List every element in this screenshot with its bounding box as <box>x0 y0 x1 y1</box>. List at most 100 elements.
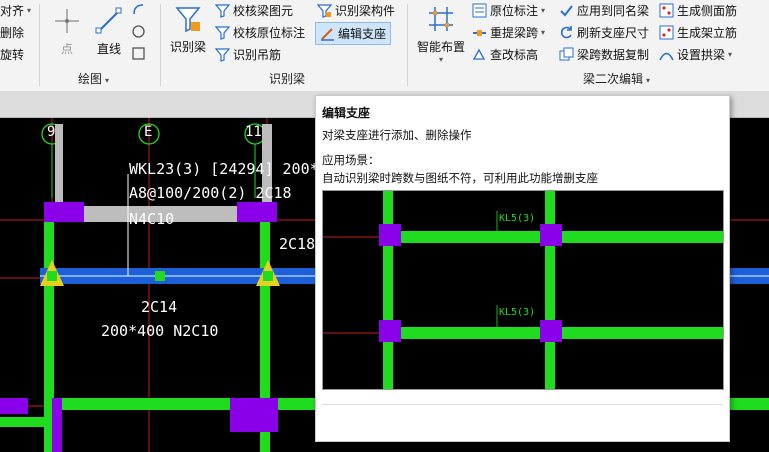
beam-label-line3: N4C10 <box>129 210 175 228</box>
orig-label-button[interactable]: 原位标注 ▾ <box>472 2 545 19</box>
line-button[interactable]: 直线 <box>92 6 126 57</box>
chevron-down-icon: ▾ <box>728 50 733 59</box>
edit-pen-icon <box>320 26 335 41</box>
funnel-icon <box>214 47 231 62</box>
reextract-span-label: 重提梁跨 <box>490 26 539 40</box>
support-grip[interactable] <box>263 271 273 281</box>
line-icon <box>94 6 124 36</box>
copy-span-data-label: 梁跨数据复制 <box>577 48 650 62</box>
smart-layout-label: 智能布置 <box>416 40 465 54</box>
gen-side-rebar-button[interactable]: 生成侧面筋 <box>659 2 737 19</box>
column <box>0 398 28 414</box>
chevron-down-icon: ▾ <box>438 55 443 64</box>
apply-same-name-button[interactable]: 应用到同名梁 <box>559 2 649 19</box>
identify-beam-label: 识别梁 <box>169 40 206 54</box>
set-arch-beam-label: 设置拱梁 <box>677 48 726 62</box>
draw-group-label[interactable]: 绘图 ▾ <box>78 70 109 87</box>
rebar-icon <box>659 3 674 18</box>
set-arch-beam-button[interactable]: 设置拱梁 ▾ <box>659 46 732 63</box>
tooltip-scene-label: 应用场景： <box>322 153 380 167</box>
refresh-icon <box>559 25 574 40</box>
beam-label-bottom2: 200*400 N2C10 <box>101 322 219 340</box>
check-elev-button[interactable]: 查改标高 <box>472 46 538 63</box>
axis-label-11: 11 <box>245 124 262 140</box>
tooltip-title: 编辑支座 <box>322 106 371 120</box>
identify-hanger-button[interactable]: 识别吊筋 <box>214 46 282 63</box>
rotate-button[interactable]: 旋转 <box>0 46 24 63</box>
copy-icon <box>559 47 574 62</box>
check-beam-elem-label: 校核梁图元 <box>233 4 294 18</box>
column <box>52 398 62 452</box>
point-button[interactable]: 点 <box>50 6 84 57</box>
point-icon <box>52 6 82 36</box>
tooltip-preview-image: KL5(3) KL5(3) <box>322 190 724 390</box>
chevron-down-icon: ▾ <box>541 6 546 15</box>
rebar-icon <box>659 25 674 40</box>
grid-layout-icon <box>426 4 456 34</box>
rectangle-icon <box>131 46 146 61</box>
circle-icon <box>131 24 146 39</box>
span-icon <box>472 25 487 40</box>
beam-label-line1: WKL23(3) [24294] 200*6 <box>129 160 328 178</box>
point-label: 点 <box>60 42 73 56</box>
copy-span-data-button[interactable]: 梁跨数据复制 <box>559 46 649 63</box>
check-beam-elem-button[interactable]: 校核梁图元 <box>214 2 294 19</box>
annotate-icon <box>472 3 487 18</box>
chevron-down-icon: ▾ <box>105 76 110 85</box>
edit-support-label: 编辑支座 <box>338 27 387 41</box>
apply-same-name-label: 应用到同名梁 <box>577 4 650 18</box>
delete-button[interactable]: 删除 <box>0 24 24 41</box>
identify-beam-button[interactable]: 识别梁 <box>166 4 210 55</box>
support-grip[interactable] <box>47 271 57 281</box>
beam-label-line2: A8@100/200(2) 2C18 <box>129 184 292 202</box>
reextract-span-button[interactable]: 重提梁跨 ▾ <box>472 24 545 41</box>
check-orig-label-button[interactable]: 校核原位标注 <box>214 24 306 41</box>
identify-beam-member-label: 识别梁构件 <box>335 4 396 18</box>
beam-midpoint-grip[interactable] <box>155 271 165 281</box>
gen-erect-rebar-button[interactable]: 生成架立筋 <box>659 24 737 41</box>
circle-tool-button[interactable] <box>131 24 146 39</box>
tooltip-scene-text: 自动识别梁时跨数与图纸不符，可利用此功能增删支座 <box>322 171 598 185</box>
line-label: 直线 <box>96 42 121 56</box>
ribbon: 对齐 ▾ 删除 旋转 点 直线 绘图 ▾ 识别梁 校核梁图元 校核原位标注 识别… <box>0 0 769 91</box>
tooltip-divider <box>322 404 722 405</box>
secondary-group-label[interactable]: 梁二次编辑 ▾ <box>583 70 650 87</box>
chevron-down-icon: ▾ <box>646 76 651 85</box>
preview-beam-label-1: KL5(3) <box>499 213 535 224</box>
check-orig-label-text: 校核原位标注 <box>233 26 306 40</box>
funnel-check-icon <box>214 3 231 18</box>
identify-group-text: 识别梁 <box>269 72 306 86</box>
gen-erect-rebar-label: 生成架立筋 <box>677 26 738 40</box>
arch-icon <box>659 47 674 62</box>
align-button[interactable]: 对齐 ▾ <box>0 2 31 19</box>
funnel-check-icon <box>214 25 231 40</box>
refresh-support-label: 刷新支座尺寸 <box>577 26 650 40</box>
identify-beam-member-button[interactable]: 识别梁构件 <box>316 2 396 19</box>
check-elev-label: 查改标高 <box>490 48 539 62</box>
refresh-support-button[interactable]: 刷新支座尺寸 <box>559 24 649 41</box>
edit-support-tooltip: 编辑支座 对梁支座进行添加、删除操作 应用场景： 自动识别梁时跨数与图纸不符，可… <box>315 95 730 442</box>
rotate-label: 旋转 <box>0 48 25 62</box>
group-separator <box>39 4 40 86</box>
rect-tool-button[interactable] <box>131 46 146 61</box>
axis-label-e: E <box>144 124 153 140</box>
chevron-down-icon: ▾ <box>27 6 32 15</box>
beam-label-right: 2C18 <box>279 235 316 253</box>
preview-drawing: KL5(3) KL5(3) <box>323 191 723 389</box>
arc-tool-button[interactable] <box>131 2 146 17</box>
edit-support-button[interactable]: 编辑支座 <box>315 22 392 45</box>
preview-beam-label-2: KL5(3) <box>499 307 535 318</box>
identify-hanger-label: 识别吊筋 <box>233 48 282 62</box>
smart-layout-button[interactable]: 智能布置 ▾ <box>412 4 470 64</box>
group-separator <box>407 4 408 86</box>
tooltip-description: 对梁支座进行添加、删除操作 <box>322 128 472 142</box>
beam-label-bottom1: 2C14 <box>141 298 178 316</box>
orig-label-text: 原位标注 <box>490 4 539 18</box>
gen-side-rebar-label: 生成侧面筋 <box>677 4 738 18</box>
group-separator <box>160 4 161 86</box>
secondary-group-text: 梁二次编辑 <box>583 72 644 86</box>
grey-beam-vertical <box>55 124 63 202</box>
delete-label: 删除 <box>0 26 25 40</box>
chevron-down-icon: ▾ <box>541 28 546 37</box>
axis-label-9: 9 <box>47 124 56 140</box>
